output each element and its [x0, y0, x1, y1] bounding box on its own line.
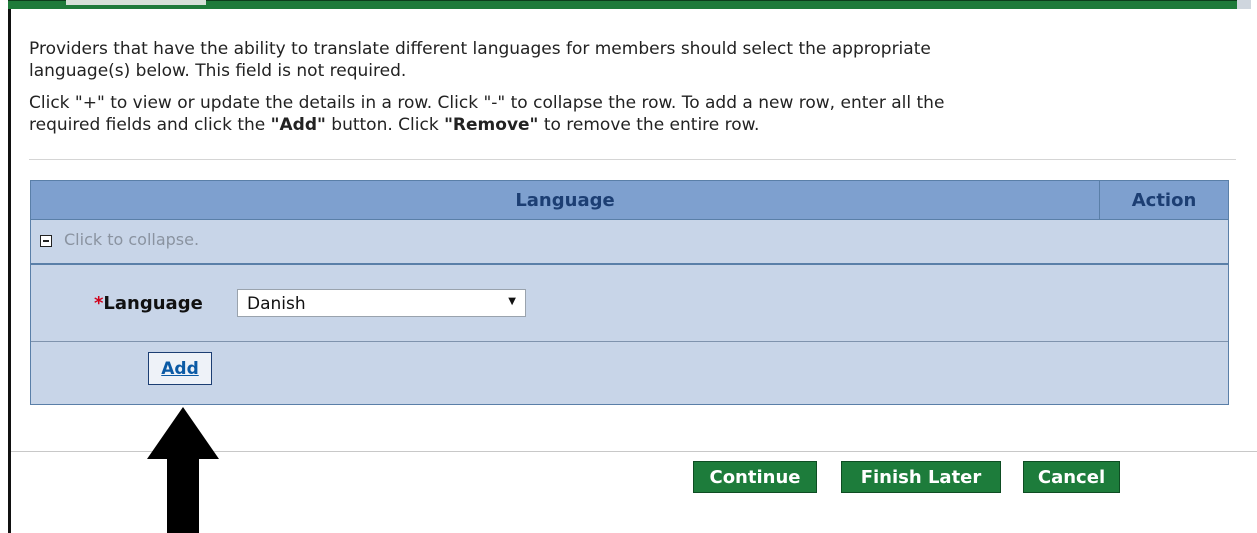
column-header-action: Action — [1131, 189, 1197, 211]
language-field-row: *Language Danish ▼ — [31, 265, 1228, 342]
language-field-label: *Language — [94, 293, 203, 314]
instructions-p1-line2: language(s) below. This field is not req… — [29, 61, 407, 81]
collapse-row[interactable]: Click to collapse. — [31, 220, 1228, 265]
title-bar-corner-control[interactable] — [1237, 0, 1251, 9]
instructions-p2-line2-c: to remove the entire row. — [538, 115, 760, 135]
add-button[interactable]: Add — [148, 352, 212, 385]
instructions-add-keyword: "Add" — [270, 115, 326, 135]
title-bar-text-fragment — [66, 0, 206, 5]
table-header: Language Action — [31, 181, 1228, 220]
add-row: Add — [31, 342, 1228, 404]
up-arrow-icon — [147, 407, 219, 533]
instructions-p1-line1: Providers that have the ability to trans… — [29, 39, 931, 59]
instructions-p2-line1: Click "+" to view or update the details … — [29, 93, 945, 113]
collapse-text[interactable]: Click to collapse. — [64, 230, 199, 249]
language-select[interactable]: Danish ▼ — [237, 289, 526, 317]
section-divider — [29, 159, 1236, 160]
instructions-paragraph-1: Providers that have the ability to trans… — [29, 38, 1229, 82]
continue-button[interactable]: Continue — [693, 461, 817, 493]
language-table: Language Action Click to collapse. *Lang… — [30, 180, 1229, 405]
instructions-paragraph-2: Click "+" to view or update the details … — [29, 92, 1229, 136]
dialog-title-bar — [8, 0, 1249, 9]
window-left-border — [8, 0, 11, 533]
required-asterisk: * — [94, 293, 104, 314]
instructions-p2-line2-b: button. Click — [325, 115, 445, 135]
language-select-value: Danish — [247, 294, 306, 314]
collapse-minus-icon[interactable] — [40, 235, 52, 247]
language-label-text: Language — [103, 293, 203, 314]
finish-later-button[interactable]: Finish Later — [841, 461, 1001, 493]
add-button-label: Add — [161, 358, 199, 379]
instructions-p2-line2-a: required fields and click the — [29, 115, 271, 135]
instructions-remove-keyword: "Remove" — [444, 115, 539, 135]
dropdown-arrow-icon[interactable]: ▼ — [508, 296, 516, 307]
cancel-button[interactable]: Cancel — [1023, 461, 1120, 493]
column-header-language: Language — [515, 189, 615, 211]
instructions: Providers that have the ability to trans… — [29, 38, 1229, 146]
